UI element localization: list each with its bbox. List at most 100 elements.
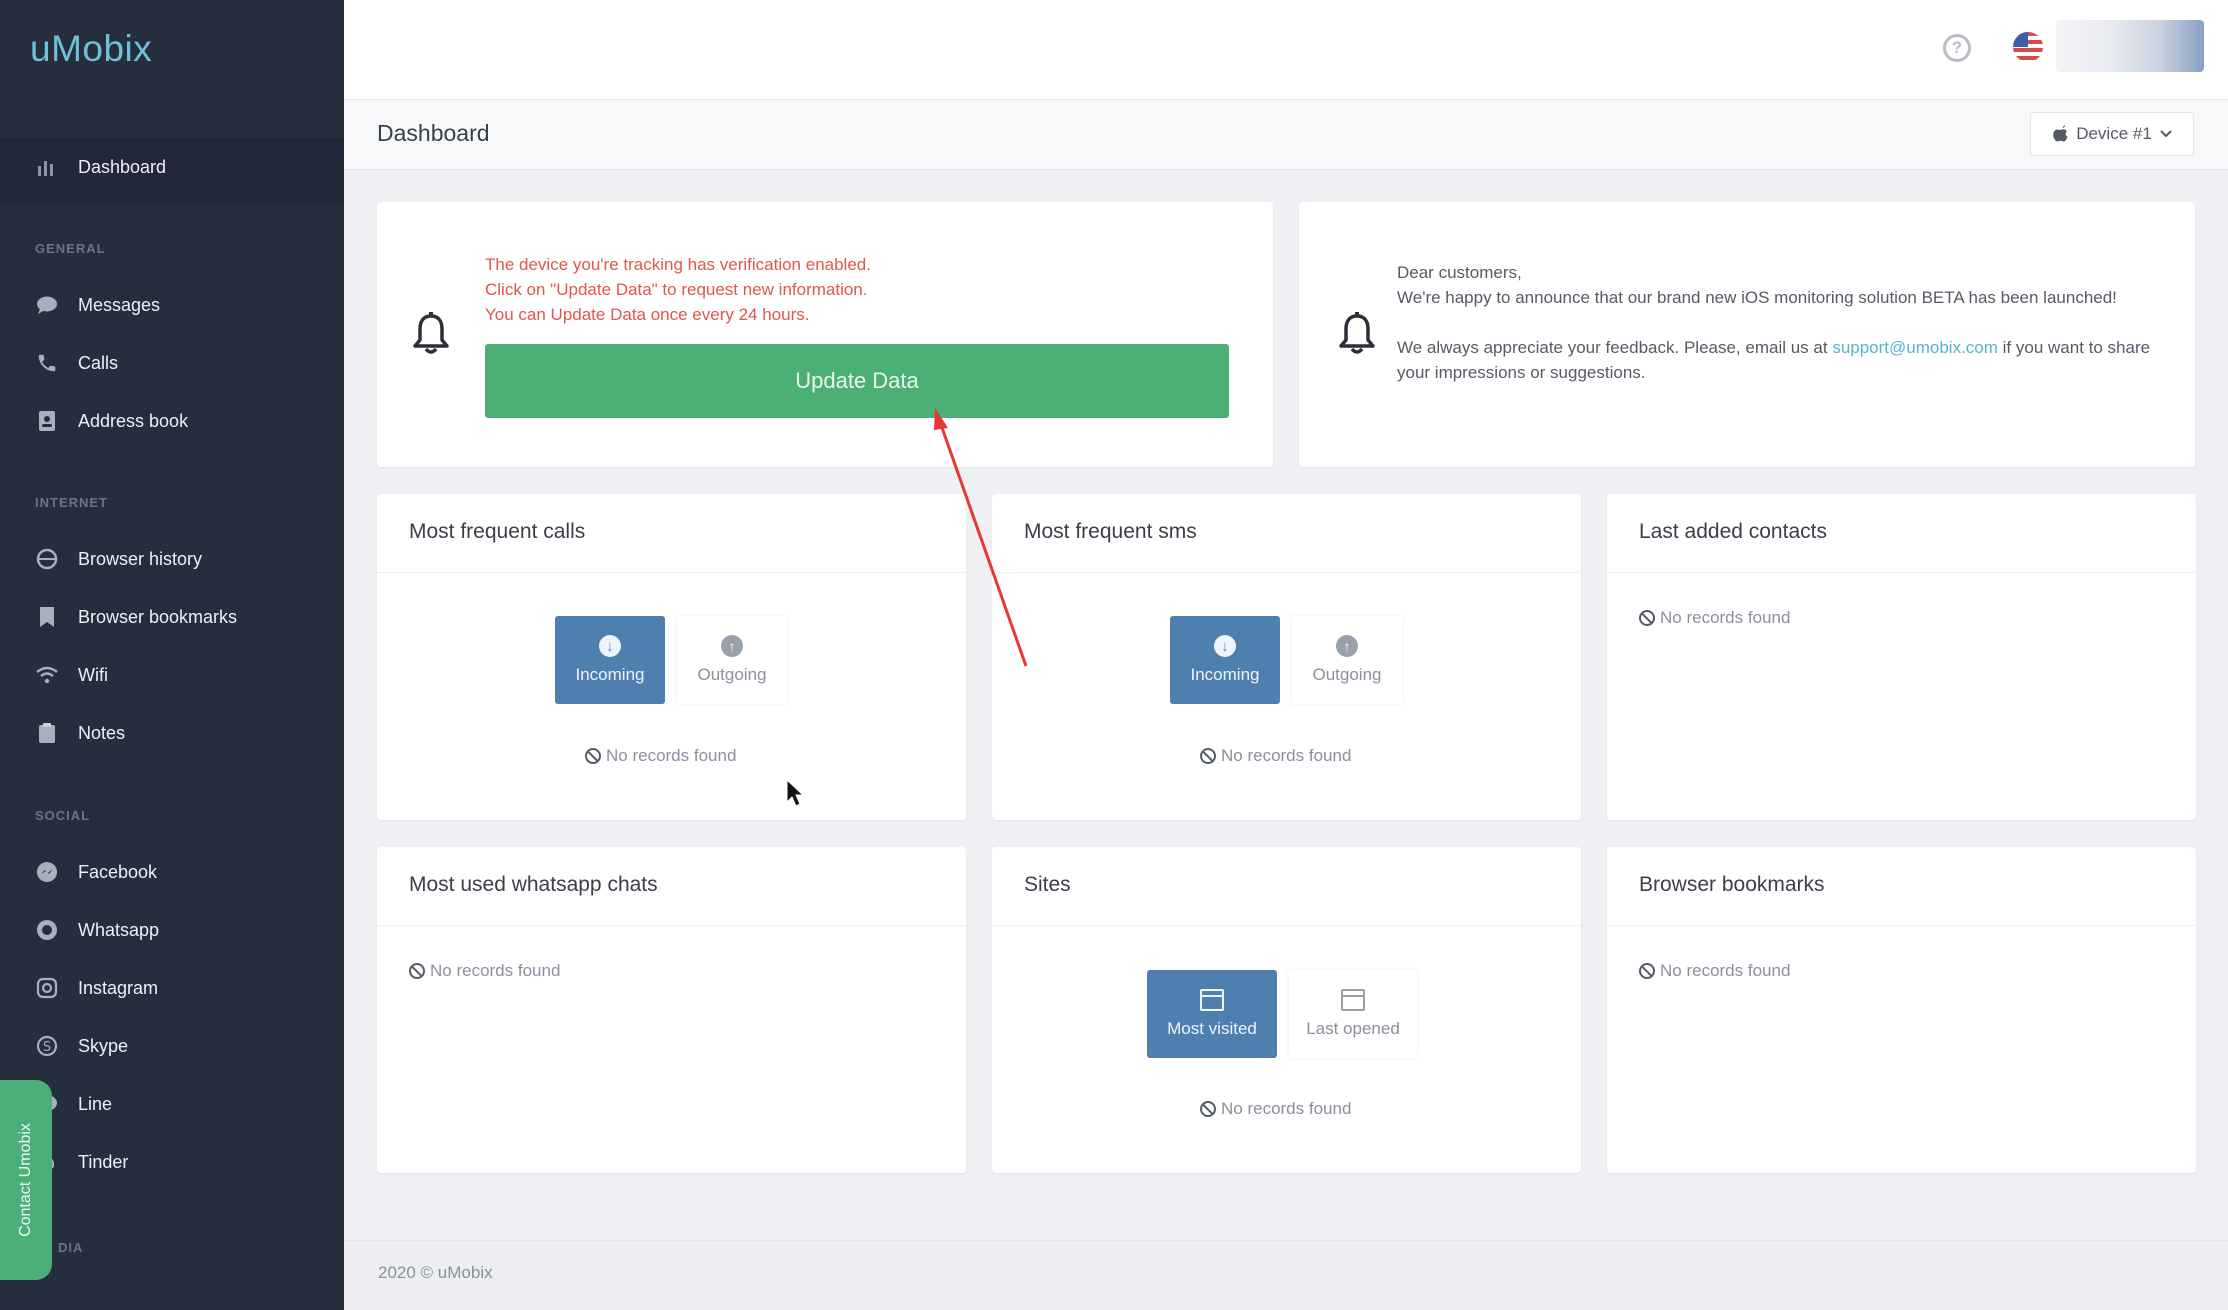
- news-feedback: We always appreciate your feedback. Plea…: [1397, 335, 2157, 385]
- toggle-label: Most visited: [1167, 1019, 1257, 1038]
- empty-label: No records found: [1660, 608, 1791, 627]
- empty-state: No records found: [1639, 961, 1790, 981]
- update-data-button[interactable]: Update Data: [485, 344, 1229, 418]
- help-icon[interactable]: ?: [1943, 34, 1971, 62]
- calls-outgoing-toggle[interactable]: ↑ Outgoing: [677, 616, 787, 704]
- device-select-label: Device #1: [2076, 124, 2152, 143]
- sidebar-item-label: Facebook: [78, 861, 158, 882]
- calendar-icon: [1341, 989, 1365, 1011]
- sidebar-item-address-book[interactable]: Address book: [34, 401, 188, 441]
- whatsapp-icon: [34, 917, 60, 943]
- chevron-down-icon: [2160, 130, 2172, 138]
- sidebar-item-label: Tinder: [78, 1151, 129, 1172]
- address-book-icon: [34, 408, 60, 434]
- sidebar-item-facebook[interactable]: Facebook: [34, 852, 157, 892]
- empty-label: No records found: [430, 961, 561, 980]
- toggle-label: Incoming: [1190, 665, 1260, 684]
- sidebar-item-messages[interactable]: Messages: [34, 285, 160, 325]
- toggle-label: Incoming: [575, 665, 645, 684]
- sidebar-item-label: Wifi: [78, 664, 108, 685]
- empty-state: No records found: [585, 746, 736, 766]
- calendar-icon: [1200, 989, 1224, 1011]
- sidebar-item-notes[interactable]: Notes: [34, 713, 125, 753]
- section-social: SOCIAL: [35, 808, 91, 823]
- calls-incoming-toggle[interactable]: ↓ Incoming: [555, 616, 665, 704]
- section-general: GENERAL: [35, 241, 106, 256]
- sidebar-item-label: Skype: [78, 1035, 129, 1056]
- globe-icon: [34, 546, 60, 572]
- arrow-down-circle-icon: ↓: [599, 635, 621, 657]
- instagram-icon: [34, 975, 60, 1001]
- card-title: Last added contacts: [1639, 520, 1827, 543]
- announcement-text: Dear customers, We're happy to announce …: [1397, 260, 2157, 385]
- divider: [992, 925, 1581, 926]
- bookmark-icon: [34, 604, 60, 630]
- empty-state: No records found: [1200, 1099, 1351, 1119]
- us-flag-icon[interactable]: [2013, 32, 2043, 62]
- bar-chart-icon: [34, 154, 60, 180]
- ban-icon: [1200, 1101, 1216, 1117]
- sms-outgoing-toggle[interactable]: ↑ Outgoing: [1292, 616, 1402, 704]
- clipboard-icon: [34, 720, 60, 746]
- page-header: [344, 100, 2228, 170]
- card-title: Most frequent calls: [409, 520, 586, 543]
- app-logo[interactable]: uMobix: [30, 28, 152, 70]
- sites-card: Sites Most visited Last opened No record…: [992, 847, 1581, 1173]
- sidebar-item-browser-history[interactable]: Browser history: [34, 539, 202, 579]
- sidebar-item-label: Messages: [78, 294, 161, 315]
- empty-label: No records found: [606, 746, 737, 765]
- announcement-card: Dear customers, We're happy to announce …: [1299, 202, 2195, 467]
- device-select[interactable]: Device #1: [2030, 112, 2194, 156]
- sidebar-item-skype[interactable]: S Skype: [34, 1026, 128, 1066]
- skype-icon: S: [34, 1033, 60, 1059]
- whatsapp-chats-card: Most used whatsapp chats No records foun…: [377, 847, 966, 1173]
- sites-most-visited-toggle[interactable]: Most visited: [1147, 970, 1277, 1058]
- sidebar-item-wifi[interactable]: Wifi: [34, 655, 108, 695]
- sidebar-item-calls[interactable]: Calls: [34, 343, 118, 383]
- chat-bubble-icon: [34, 292, 60, 318]
- user-avatar[interactable]: [2056, 20, 2204, 72]
- verification-alert-card: The device you're tracking has verificat…: [377, 202, 1273, 467]
- last-contacts-card: Last added contacts No records found: [1607, 494, 2196, 820]
- sidebar-item-label: Browser bookmarks: [78, 606, 238, 627]
- support-email-link[interactable]: support@umobix.com: [1832, 338, 1998, 357]
- sidebar-item-label: Notes: [78, 722, 126, 743]
- sidebar-item-whatsapp[interactable]: Whatsapp: [34, 910, 159, 950]
- contact-tab-label: Contact Umobix: [17, 1123, 35, 1237]
- sidebar-item-label: Calls: [78, 352, 119, 373]
- arrow-down-circle-icon: ↓: [1214, 635, 1236, 657]
- phone-icon: [34, 350, 60, 376]
- ban-icon: [585, 748, 601, 764]
- page-title: Dashboard: [377, 120, 490, 146]
- alert-line-2: Click on "Update Data" to request new in…: [485, 280, 868, 299]
- section-media: DIA: [58, 1240, 84, 1255]
- footer: [344, 1240, 2228, 1310]
- verification-message: The device you're tracking has verificat…: [485, 252, 871, 327]
- alert-line-1: The device you're tracking has verificat…: [485, 255, 871, 274]
- sidebar-item-dashboard[interactable]: Dashboard: [34, 147, 166, 187]
- browser-bookmarks-card: Browser bookmarks No records found: [1607, 847, 2196, 1173]
- sidebar-item-browser-bookmarks[interactable]: Browser bookmarks: [34, 597, 237, 637]
- contact-umobix-tab[interactable]: Contact Umobix: [0, 1080, 52, 1280]
- sidebar-item-label: Whatsapp: [78, 919, 160, 940]
- sms-incoming-toggle[interactable]: ↓ Incoming: [1170, 616, 1280, 704]
- frequent-calls-card: Most frequent calls ↓ Incoming ↑ Outgoin…: [377, 494, 966, 820]
- svg-text:S: S: [43, 1040, 51, 1055]
- footer-copyright: 2020 © uMobix: [378, 1263, 493, 1282]
- bell-icon: [1339, 312, 1375, 354]
- bell-icon: [413, 312, 449, 354]
- sidebar-item-label: Line: [78, 1093, 113, 1114]
- sidebar-item-label: Instagram: [78, 977, 159, 998]
- arrow-up-circle-icon: ↑: [1336, 635, 1358, 657]
- news-greeting: Dear customers,: [1397, 263, 1522, 282]
- toggle-label: Outgoing: [1312, 665, 1382, 684]
- toggle-label: Outgoing: [697, 665, 767, 684]
- ban-icon: [1639, 963, 1655, 979]
- alert-line-3: You can Update Data once every 24 hours.: [485, 305, 810, 324]
- sites-last-opened-toggle[interactable]: Last opened: [1289, 970, 1417, 1058]
- divider: [377, 572, 966, 573]
- sidebar-item-label: Browser history: [78, 548, 203, 569]
- card-title: Sites: [1024, 873, 1071, 896]
- sidebar: uMobix Dashboard GENERAL Messages Calls …: [0, 0, 344, 1310]
- sidebar-item-instagram[interactable]: Instagram: [34, 968, 158, 1008]
